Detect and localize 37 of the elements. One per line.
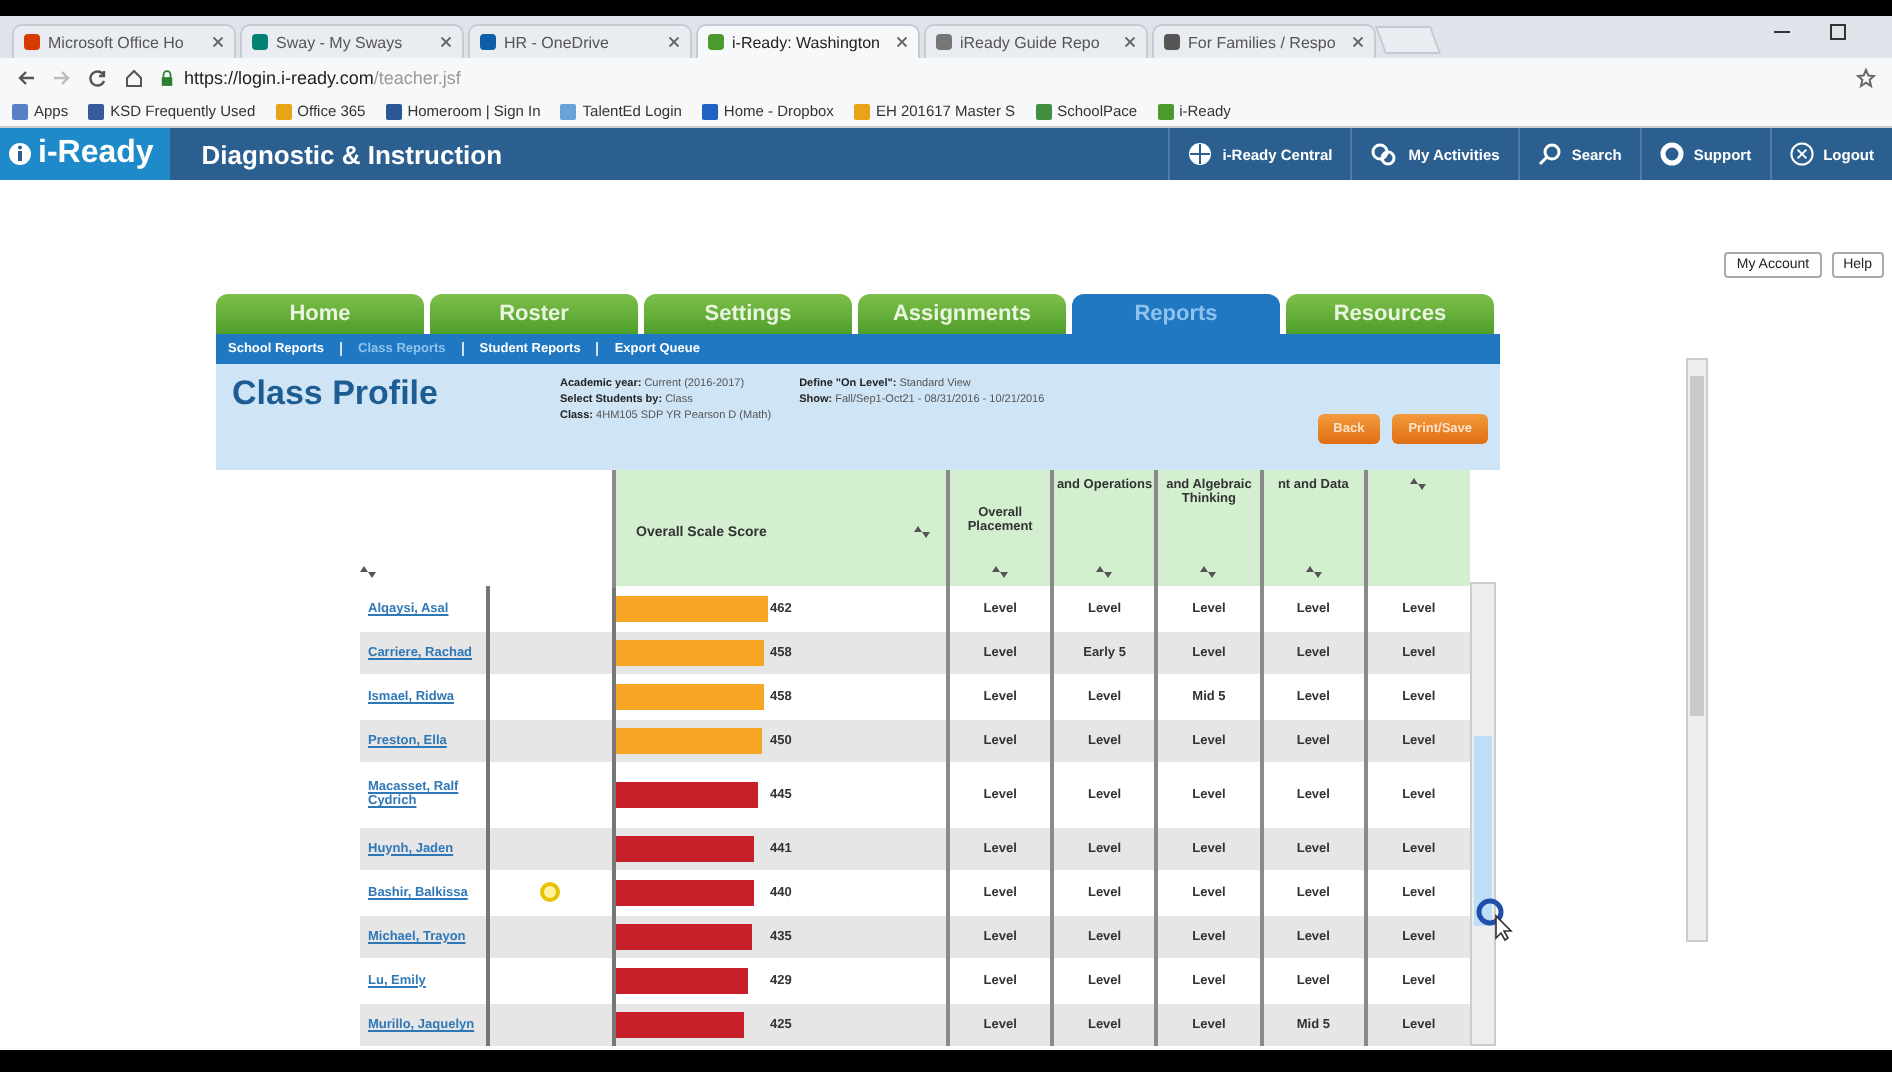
sort-icon[interactable]	[914, 526, 930, 538]
lock-icon	[160, 69, 174, 85]
links-icon	[1370, 142, 1399, 166]
home-icon[interactable]	[124, 67, 144, 87]
sort-icon[interactable]	[992, 566, 1009, 578]
close-icon	[1789, 142, 1814, 166]
scrollbar[interactable]	[1686, 358, 1708, 942]
close-icon[interactable]	[440, 36, 452, 48]
browser-tab[interactable]: Sway - My Sways	[240, 24, 464, 58]
browser-tab[interactable]: For Families / Respo	[1152, 24, 1376, 58]
page-title: Class Profile	[232, 374, 440, 414]
browser-tab[interactable]: iReady Guide Repo	[924, 24, 1148, 58]
sort-icon[interactable]	[1200, 566, 1217, 578]
sort-icon[interactable]	[1096, 566, 1113, 578]
scrollbar[interactable]	[1470, 582, 1496, 1046]
close-icon[interactable]	[1352, 36, 1364, 48]
close-icon[interactable]	[212, 36, 224, 48]
globe-icon	[1188, 142, 1213, 166]
logo[interactable]: i-Ready	[0, 128, 170, 180]
app-title: Diagnostic & Instruction	[201, 139, 503, 169]
browser-tab[interactable]: Microsoft Office Ho	[12, 24, 236, 58]
close-icon[interactable]	[668, 36, 680, 48]
close-icon[interactable]	[896, 36, 908, 48]
cursor-icon	[1476, 898, 1516, 942]
logo-icon	[8, 142, 32, 166]
lifebuoy-icon	[1659, 142, 1684, 166]
browser-tab[interactable]: HR - OneDrive	[468, 24, 692, 58]
browser-tab[interactable]: i-Ready: Washington	[696, 24, 920, 58]
sort-icon[interactable]	[1305, 566, 1322, 578]
maximize-icon[interactable]	[1828, 21, 1848, 41]
close-icon[interactable]	[1124, 36, 1136, 48]
back-icon[interactable]	[16, 67, 36, 87]
sort-icon[interactable]	[1410, 478, 1427, 490]
search-icon	[1537, 142, 1562, 166]
reload-icon[interactable]	[88, 67, 108, 87]
sort-icon[interactable]	[360, 566, 376, 578]
star-icon[interactable]	[1856, 67, 1876, 87]
